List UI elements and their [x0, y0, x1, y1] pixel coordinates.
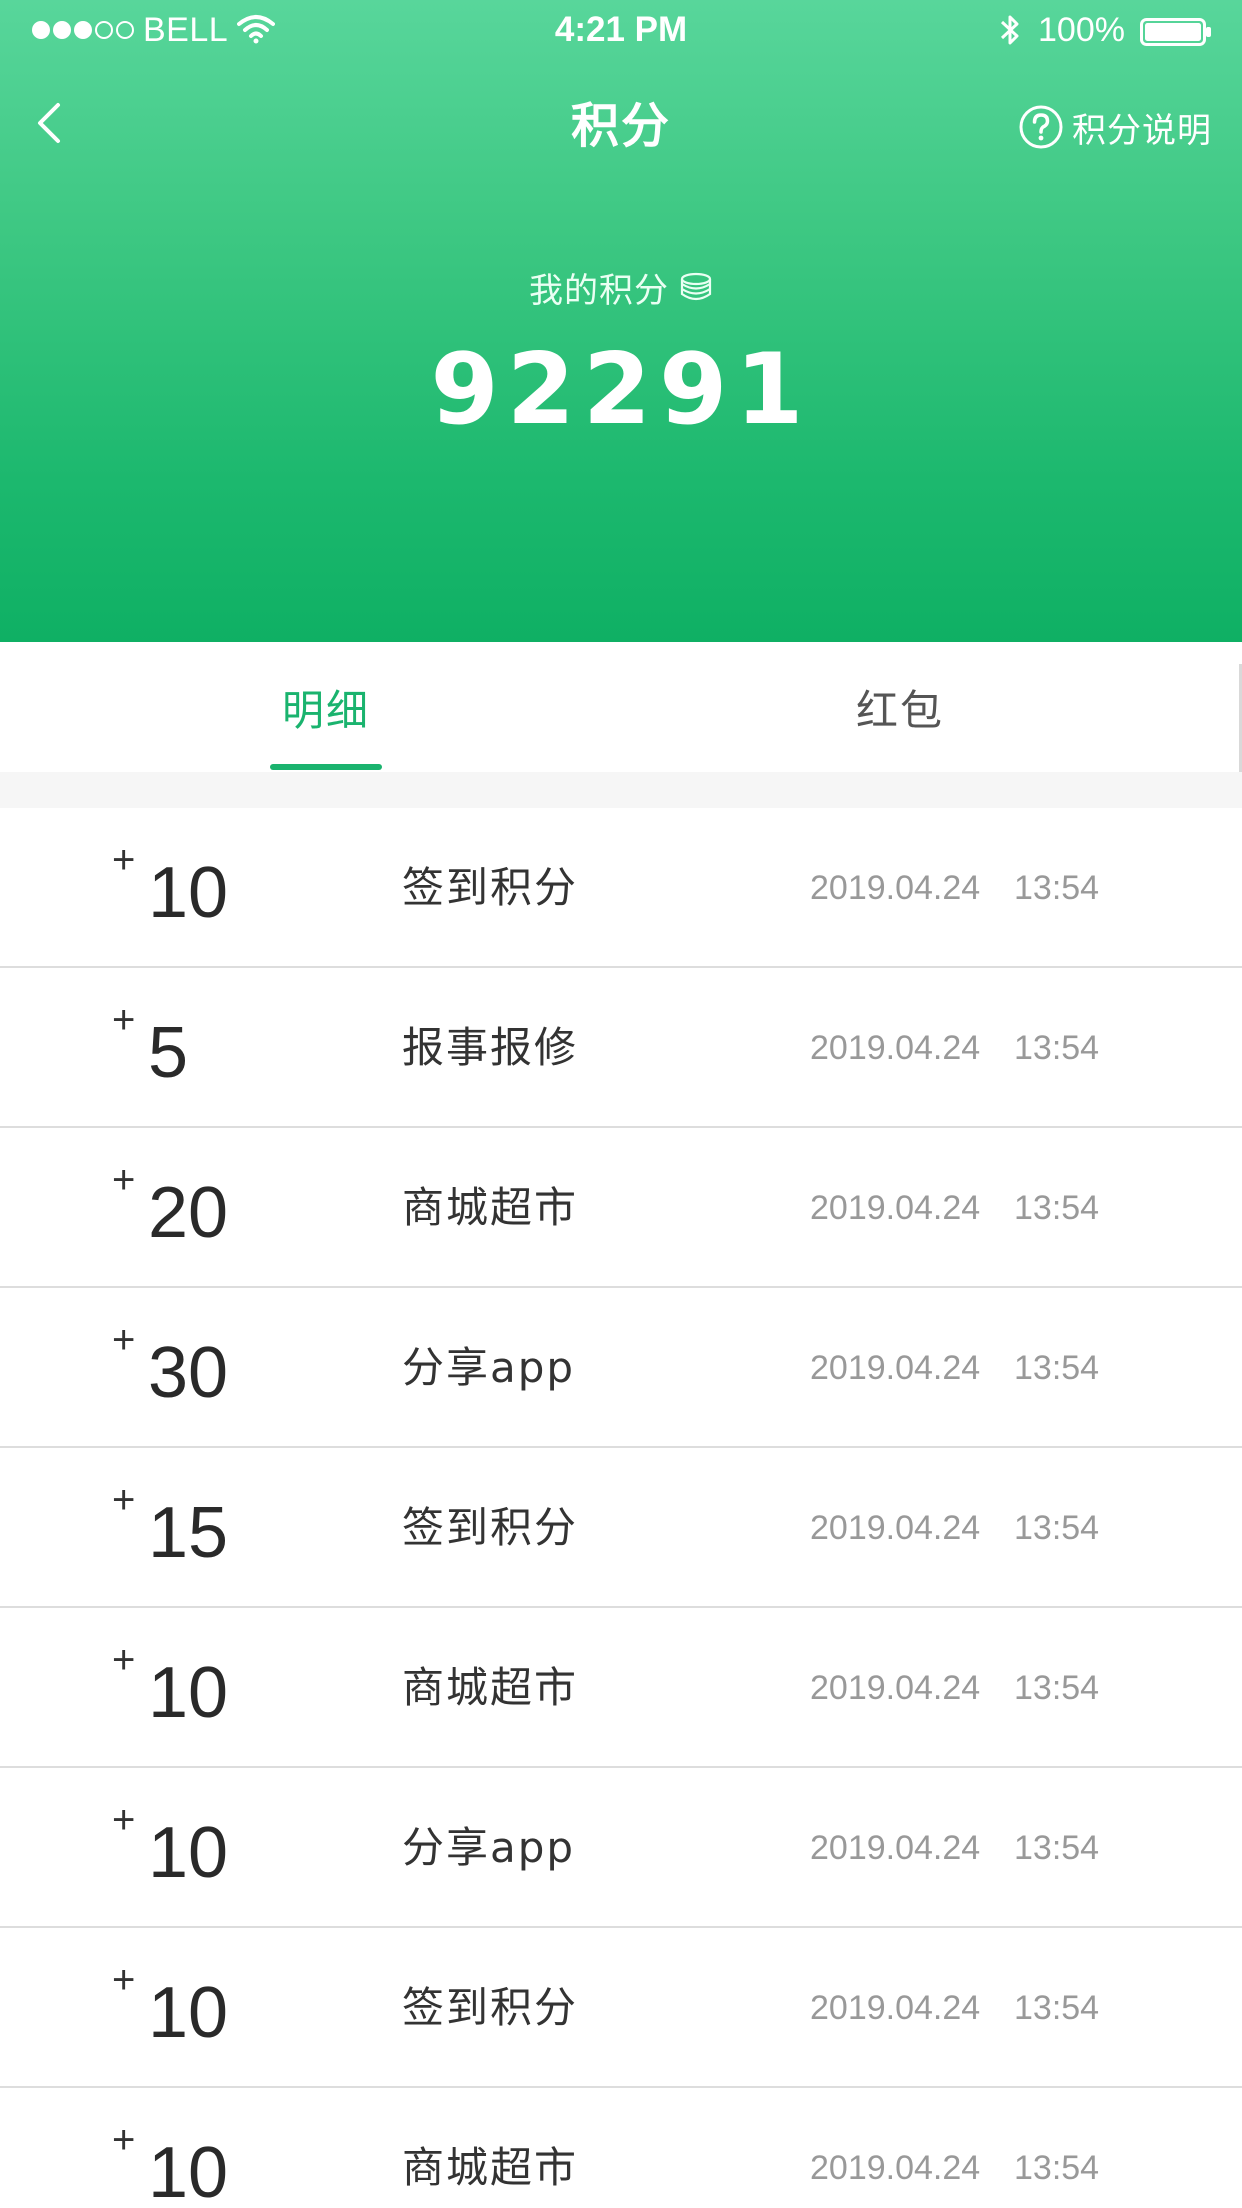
points-record-list: +10 签到积分 2019.04.24 13:54 +5 报事报修 2019.04.24 13… — [0, 808, 1242, 2208]
record-time: 13:54 — [1014, 1189, 1100, 1227]
points-header: BELL 4:21 PM 100% 积分 积分说明 我的积分 92291 — [0, 0, 1242, 642]
record-date: 2019.04.24 — [810, 1349, 981, 1387]
record-time: 13:54 — [1014, 1349, 1100, 1387]
amount-value: 10 — [148, 1813, 229, 1893]
points-help-button[interactable]: 积分说明 — [1018, 102, 1212, 152]
amount-sign: + — [112, 1318, 136, 1362]
amount-value: 10 — [148, 1653, 229, 1733]
record-date: 2019.04.24 — [810, 2149, 981, 2187]
record-title: 分享app — [402, 1823, 576, 1872]
record-title: 商城超市 — [402, 1183, 579, 1232]
section-separator — [0, 772, 1242, 808]
amount-value: 10 — [148, 1973, 229, 2053]
battery-icon — [1140, 16, 1212, 55]
amount-sign: + — [112, 1158, 136, 1202]
amount-sign: + — [112, 838, 136, 882]
record-time: 13:54 — [1014, 1829, 1100, 1867]
bluetooth-icon — [997, 12, 1023, 57]
record-time: 13:54 — [1014, 1989, 1100, 2027]
amount-sign: + — [112, 998, 136, 1042]
tab-indicator — [270, 764, 382, 770]
amount-value: 10 — [148, 853, 229, 933]
list-item[interactable]: +10 签到积分 2019.04.24 13:54 — [0, 808, 1242, 968]
record-title: 签到积分 — [402, 1503, 579, 1552]
record-date: 2019.04.24 — [810, 869, 981, 907]
points-caption-label: 我的积分 — [529, 270, 669, 311]
record-date: 2019.04.24 — [810, 1669, 981, 1707]
list-item[interactable]: +10 分享app 2019.04.24 13:54 — [0, 1768, 1242, 1928]
record-date: 2019.04.24 — [810, 1189, 981, 1227]
amount-sign: + — [112, 2118, 136, 2162]
record-date: 2019.04.24 — [810, 1509, 981, 1547]
amount-sign: + — [112, 1798, 136, 1842]
record-date: 2019.04.24 — [810, 1029, 981, 1067]
record-date: 2019.04.24 — [810, 1989, 981, 2027]
amount-value: 20 — [148, 1173, 229, 1253]
list-item[interactable]: +20 商城超市 2019.04.24 13:54 — [0, 1128, 1242, 1288]
record-title: 分享app — [402, 1343, 576, 1392]
record-date: 2019.04.24 — [810, 1829, 981, 1867]
help-label: 积分说明 — [1072, 110, 1212, 151]
tab-red-packet[interactable]: 红包 — [700, 642, 1100, 772]
record-time: 13:54 — [1014, 1029, 1100, 1067]
amount-value: 5 — [148, 1013, 189, 1093]
amount-value: 15 — [148, 1493, 229, 1573]
record-title: 报事报修 — [402, 1023, 579, 1072]
record-time: 13:54 — [1014, 1669, 1100, 1707]
record-title: 签到积分 — [402, 1983, 579, 2032]
amount-sign: + — [112, 1958, 136, 2002]
status-bar: BELL 4:21 PM 100% — [0, 0, 1242, 60]
coin-stack-icon — [679, 272, 713, 302]
amount-sign: + — [112, 1638, 136, 1682]
list-item[interactable]: +5 报事报修 2019.04.24 13:54 — [0, 968, 1242, 1128]
tab-detail[interactable]: 明细 — [126, 642, 526, 772]
amount-value: 10 — [148, 2133, 229, 2208]
list-item[interactable]: +10 签到积分 2019.04.24 13:54 — [0, 1928, 1242, 2088]
points-value: 92291 — [430, 333, 812, 447]
record-time: 13:54 — [1014, 1509, 1100, 1547]
amount-sign: + — [112, 1478, 136, 1522]
list-item[interactable]: +15 签到积分 2019.04.24 13:54 — [0, 1448, 1242, 1608]
question-circle-icon — [1018, 104, 1064, 150]
list-item[interactable]: +10 商城超市 2019.04.24 13:54 — [0, 1608, 1242, 1768]
list-item[interactable]: +10 商城超市 2019.04.24 13:54 — [0, 2088, 1242, 2208]
list-item[interactable]: +30 分享app 2019.04.24 13:54 — [0, 1288, 1242, 1448]
record-title: 签到积分 — [402, 863, 579, 912]
battery-percent: 100% — [1038, 11, 1125, 49]
record-time: 13:54 — [1014, 869, 1100, 907]
tab-bar: 明细 红包 — [0, 642, 1242, 772]
points-screen: BELL 4:21 PM 100% 积分 积分说明 我的积分 92291 明细 … — [0, 0, 1242, 2208]
record-title: 商城超市 — [402, 2143, 579, 2192]
nav-bar: 积分 积分说明 — [0, 60, 1242, 192]
record-title: 商城超市 — [402, 1663, 579, 1712]
amount-value: 30 — [148, 1333, 229, 1413]
points-caption: 我的积分 — [0, 262, 1242, 312]
record-time: 13:54 — [1014, 2149, 1100, 2187]
